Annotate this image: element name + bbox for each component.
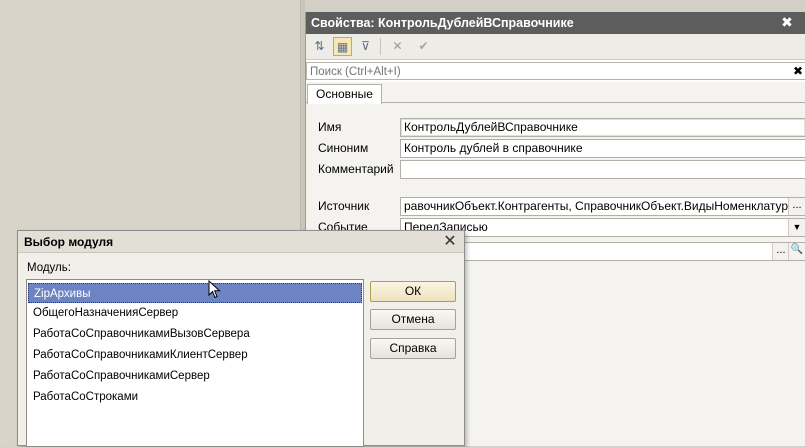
synonym-field[interactable]: Контроль дублей в справочнике — [400, 139, 805, 158]
check-icon[interactable]: ✔ — [414, 37, 433, 56]
list-item[interactable]: РаботаСоСтроками — [28, 387, 362, 407]
name-label: Имя — [318, 120, 342, 134]
help-button[interactable]: Справка — [370, 338, 456, 359]
handler-select-button[interactable]: ... — [772, 243, 789, 260]
clear-search-icon[interactable]: ✖ — [791, 63, 805, 79]
properties-title-bar: Свойства: КонтрольДублейВСправочнике — [306, 12, 805, 34]
clear-icon[interactable]: ✕ — [388, 37, 407, 56]
close-icon[interactable]: ✖ — [779, 12, 795, 34]
name-field[interactable]: КонтрольДублейВСправочнике — [400, 118, 805, 137]
module-label: Модуль: — [27, 262, 71, 274]
comment-field[interactable] — [400, 160, 805, 179]
source-field[interactable]: равочникОбъект.Контрагенты, СправочникОб… — [400, 197, 805, 216]
search-box: ✖ — [306, 62, 805, 81]
list-item[interactable]: РаботаСоСправочникамиВызовСервера — [28, 324, 362, 344]
sort-icon[interactable]: ⇅ — [310, 37, 329, 56]
source-value: равочникОбъект.Контрагенты, СправочникОб… — [404, 199, 797, 213]
close-icon[interactable]: ✕ — [442, 232, 458, 252]
open-handler-icon[interactable]: 🔍 — [788, 243, 805, 260]
cancel-button[interactable]: Отмена — [370, 309, 456, 330]
categories-icon[interactable]: ▦ — [333, 37, 352, 56]
list-item[interactable]: ОбщегоНазначенияСервер — [28, 303, 362, 323]
toolbar-separator — [380, 38, 381, 55]
synonym-label: Синоним — [318, 141, 369, 155]
tab-basic[interactable]: Основные — [307, 84, 382, 104]
source-select-button[interactable]: ... — [788, 198, 805, 215]
properties-toolbar: ⇅ ▦ ⊽ ✕ ✔ — [306, 34, 805, 60]
list-item[interactable]: ZipАрхивы — [28, 283, 362, 303]
list-item[interactable]: РаботаСоСправочникамиКлиентСервер — [28, 345, 362, 365]
filter-icon[interactable]: ⊽ — [356, 37, 375, 56]
module-select-dialog: Выбор модуля ✕ Модуль: ZipАрхивы ОбщегоН… — [17, 230, 465, 447]
chevron-down-icon[interactable]: ▼ — [788, 219, 805, 236]
module-list[interactable]: ZipАрхивы ОбщегоНазначенияСервер РаботаС… — [26, 279, 364, 447]
ok-button[interactable]: ОК — [370, 281, 456, 302]
dialog-title: Выбор модуля — [18, 231, 464, 253]
search-input[interactable] — [307, 63, 792, 81]
list-item[interactable]: РаботаСоСправочникамиСервер — [28, 366, 362, 386]
comment-label: Комментарий — [318, 162, 394, 176]
tab-strip: Основные — [306, 82, 805, 104]
mouse-cursor-icon — [208, 280, 221, 299]
source-label: Источник — [318, 199, 370, 213]
properties-title: Свойства: КонтрольДублейВСправочнике — [311, 16, 574, 30]
